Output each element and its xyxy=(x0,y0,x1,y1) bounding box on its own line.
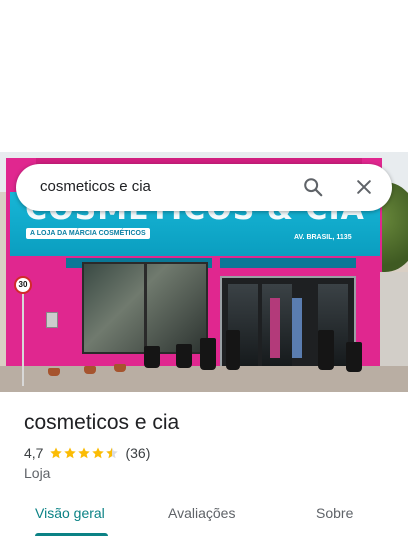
tab-reviews[interactable]: Avaliações xyxy=(168,505,235,521)
tab-overview[interactable]: Visão geral xyxy=(35,505,105,521)
store-sign-address: AV. BRASIL, 1135 xyxy=(294,234,352,241)
star-icon xyxy=(50,447,63,459)
neighbor-shop xyxy=(380,272,408,366)
place-tabs: Visão geral Avaliações Sobre xyxy=(0,496,408,544)
planter-pot xyxy=(200,338,216,370)
store-door xyxy=(220,276,356,376)
star-icon xyxy=(78,447,91,459)
planter-pot xyxy=(346,342,362,372)
rating-stars xyxy=(49,446,119,460)
place-category: Loja xyxy=(24,465,51,481)
small-pot xyxy=(114,364,126,372)
small-pot xyxy=(48,368,60,376)
planter-pot xyxy=(318,330,334,370)
search-icon[interactable] xyxy=(302,176,324,198)
star-icon xyxy=(64,447,77,459)
planter-pot xyxy=(226,330,240,370)
small-pot xyxy=(84,366,96,374)
rating-value: 4,7 xyxy=(24,445,44,461)
sign-pole xyxy=(22,292,24,386)
place-title: cosmeticos e cia xyxy=(24,411,180,434)
wall-box xyxy=(46,312,58,328)
search-input[interactable]: cosmeticos e cia xyxy=(40,178,151,195)
close-icon[interactable] xyxy=(354,177,374,197)
half-star-icon xyxy=(106,447,119,459)
rating-row[interactable]: 4,7 (36) xyxy=(24,444,150,462)
star-icon xyxy=(92,447,105,459)
review-count[interactable]: (36) xyxy=(125,445,150,461)
store-window xyxy=(82,262,208,354)
active-tab-indicator xyxy=(35,533,108,536)
tab-about[interactable]: Sobre xyxy=(316,505,353,521)
search-bar[interactable]: cosmeticos e cia xyxy=(16,164,392,211)
planter-pot xyxy=(144,346,160,368)
store-sign-subtitle: A LOJA DA MÁRCIA COSMÉTICOS xyxy=(26,228,150,239)
speed-limit-sign: 30 xyxy=(14,276,32,294)
planter-pot xyxy=(176,344,192,368)
